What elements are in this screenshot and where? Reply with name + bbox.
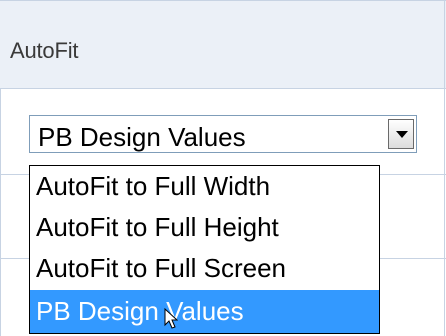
autofit-select-value: PB Design Values <box>38 122 246 152</box>
autofit-panel: AutoFit PB Design Values AutoFit to Full… <box>0 0 446 336</box>
option-autofit-full-width[interactable]: AutoFit to Full Width <box>30 166 379 207</box>
option-pb-design-values[interactable]: PB Design Values <box>30 290 379 333</box>
section-title: AutoFit <box>10 38 79 63</box>
grid-line-top <box>0 0 446 1</box>
option-autofit-full-height[interactable]: AutoFit to Full Height <box>30 207 379 248</box>
section-header: AutoFit <box>0 0 446 88</box>
grid-line-left <box>0 88 1 336</box>
autofit-select[interactable]: PB Design Values <box>29 115 417 153</box>
chevron-down-icon <box>396 131 408 138</box>
grid-line-header-bottom <box>0 88 446 89</box>
grid-line-right <box>444 0 445 336</box>
dropdown-toggle-button[interactable] <box>388 119 414 149</box>
option-autofit-full-screen[interactable]: AutoFit to Full Screen <box>30 248 379 289</box>
autofit-options-list: AutoFit to Full Width AutoFit to Full He… <box>29 165 380 334</box>
